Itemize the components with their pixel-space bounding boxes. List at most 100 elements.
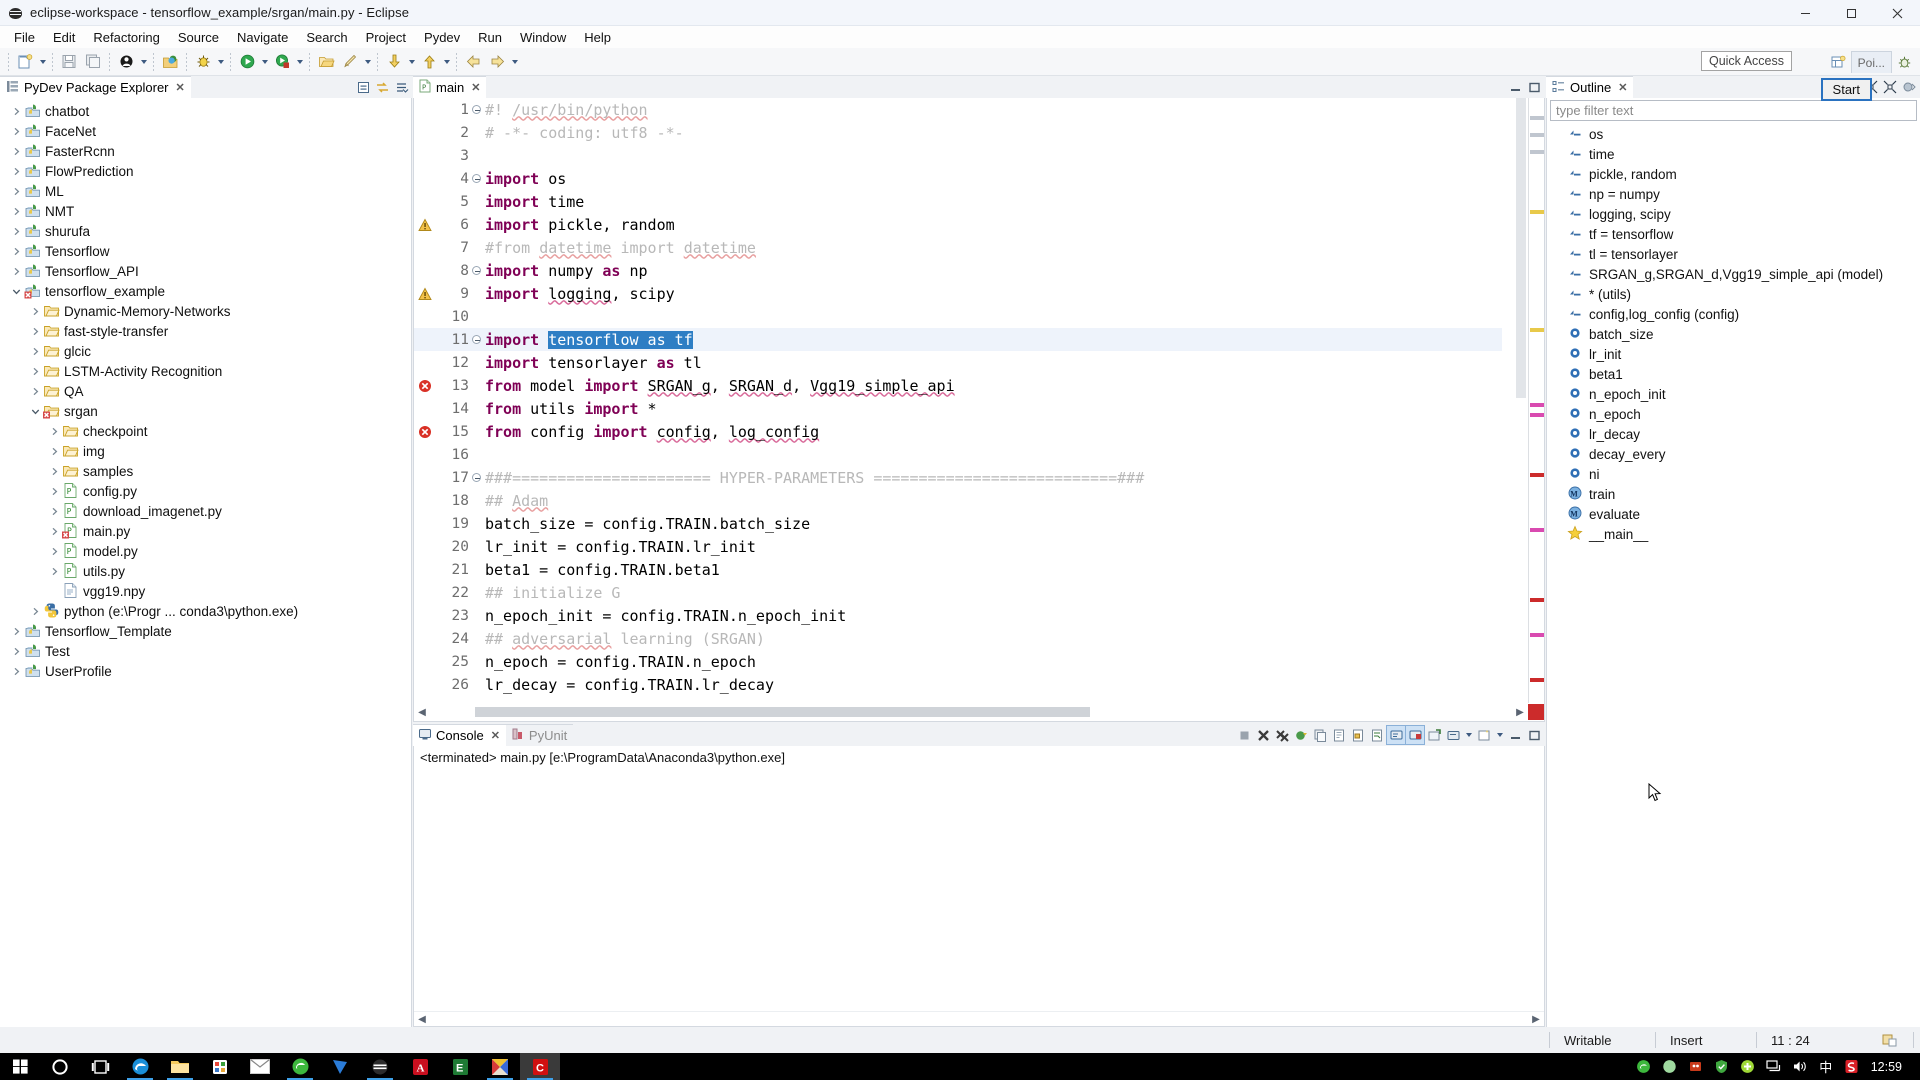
- tab-pyunit[interactable]: PyUnit: [505, 724, 574, 746]
- expand-all-icon[interactable]: [1881, 78, 1899, 96]
- code-line[interactable]: 14 from utils import *: [414, 397, 1502, 420]
- editor-vertical-scrollbar[interactable]: [1514, 98, 1528, 703]
- overview-ruler-mark[interactable]: [1530, 328, 1544, 332]
- error-marker-icon[interactable]: [414, 420, 436, 443]
- fold-toggle-icon[interactable]: [470, 259, 483, 282]
- outline-item[interactable]: pickle, random: [1547, 164, 1920, 184]
- chevron-right-icon[interactable]: [46, 561, 62, 581]
- code-line[interactable]: 7 #from datetime import datetime: [414, 236, 1502, 259]
- edge-icon[interactable]: [120, 1053, 160, 1080]
- warning-marker-icon[interactable]: [414, 213, 436, 236]
- chevron-right-icon[interactable]: [8, 101, 24, 121]
- remove-launch-icon[interactable]: [1254, 726, 1272, 744]
- chevron-right-icon[interactable]: [8, 661, 24, 681]
- code-line[interactable]: 20 lr_init = config.TRAIN.lr_init: [414, 535, 1502, 558]
- chevron-right-icon[interactable]: [27, 341, 43, 361]
- tree-item[interactable]: Tensorflow_Template: [0, 621, 411, 641]
- menu-item-source[interactable]: Source: [169, 28, 228, 47]
- outline-item[interactable]: tf = tensorflow: [1547, 224, 1920, 244]
- tree-item[interactable]: samples: [0, 461, 411, 481]
- run-dropdown-icon[interactable]: [259, 51, 270, 73]
- word-wrap-icon[interactable]: [1368, 726, 1386, 744]
- debug-icon[interactable]: [192, 51, 214, 73]
- show-console-icon[interactable]: [1386, 725, 1406, 745]
- microsoft-store-icon[interactable]: [200, 1053, 240, 1080]
- code-line[interactable]: 12 import tensorlayer as tl: [414, 351, 1502, 374]
- code-line[interactable]: 23 n_epoch_init = config.TRAIN.n_epoch_in…: [414, 604, 1502, 627]
- chevron-right-icon[interactable]: [8, 241, 24, 261]
- open-perspective-icon[interactable]: [1827, 51, 1851, 73]
- previous-annotation-dropdown-icon[interactable]: [441, 51, 452, 73]
- tree-item[interactable]: shurufa: [0, 221, 411, 241]
- tab-package-explorer[interactable]: PyDev Package Explorer ✕: [0, 76, 191, 98]
- chevron-right-icon[interactable]: [8, 181, 24, 201]
- save-all-icon[interactable]: [82, 51, 104, 73]
- chevron-right-icon[interactable]: [27, 301, 43, 321]
- maximize-button[interactable]: [1828, 0, 1874, 26]
- file-explorer-icon[interactable]: [160, 1053, 200, 1080]
- outline-item[interactable]: lr_decay: [1547, 424, 1920, 444]
- code-line[interactable]: 9 import logging, scipy: [414, 282, 1502, 305]
- pydev-package-icon[interactable]: [159, 51, 181, 73]
- menu-item-navigate[interactable]: Navigate: [228, 28, 297, 47]
- tree-item[interactable]: python (e:\Progr ... conda3\python.exe): [0, 601, 411, 621]
- qq-icon[interactable]: [1657, 1053, 1683, 1080]
- wps-icon[interactable]: [320, 1053, 360, 1080]
- chevron-right-icon[interactable]: [46, 481, 62, 501]
- menu-item-edit[interactable]: Edit: [44, 28, 84, 47]
- scroll-left-icon[interactable]: ◀: [414, 1011, 430, 1026]
- close-icon[interactable]: ✕: [491, 729, 500, 742]
- overview-ruler-mark[interactable]: [1530, 598, 1544, 602]
- editor-overview-ruler[interactable]: [1528, 98, 1544, 703]
- chevron-right-icon[interactable]: [46, 461, 62, 481]
- code-line[interactable]: 26 lr_decay = config.TRAIN.lr_decay: [414, 673, 1502, 696]
- previous-annotation-icon[interactable]: [418, 51, 440, 73]
- code-line[interactable]: 4 import os: [414, 167, 1502, 190]
- tab-outline[interactable]: Outline ✕: [1546, 76, 1634, 98]
- forward-icon[interactable]: [486, 51, 508, 73]
- tree-item[interactable]: Pconfig.py: [0, 481, 411, 501]
- chevron-down-icon[interactable]: [8, 281, 24, 301]
- lock-scroll-icon[interactable]: [1349, 726, 1367, 744]
- menu-item-window[interactable]: Window: [511, 28, 575, 47]
- code-line[interactable]: 13 from model import SRGAN_g, SRGAN_d, Vg…: [414, 374, 1502, 397]
- acrobat-icon[interactable]: A: [400, 1053, 440, 1080]
- outline-item[interactable]: batch_size: [1547, 324, 1920, 344]
- package-explorer-tree[interactable]: chatbot FaceNet FasterRcnn FlowPrediction ML…: [0, 98, 411, 681]
- menu-item-help[interactable]: Help: [575, 28, 620, 47]
- open-type-dropdown-icon[interactable]: [138, 51, 149, 73]
- tree-item[interactable]: chatbot: [0, 101, 411, 121]
- perspective-tab-pydev[interactable]: Poi...: [1850, 51, 1892, 73]
- external-tools-icon[interactable]: [339, 51, 361, 73]
- forward-dropdown-icon[interactable]: [509, 51, 520, 73]
- menu-item-file[interactable]: File: [5, 28, 44, 47]
- console-view-menu-icon[interactable]: [1475, 726, 1493, 744]
- next-annotation-dropdown-icon[interactable]: [406, 51, 417, 73]
- code-line[interactable]: 5 import time: [414, 190, 1502, 213]
- chevron-right-icon[interactable]: [46, 501, 62, 521]
- tree-item[interactable]: Tensorflow_API: [0, 261, 411, 281]
- console-horizontal-scrollbar[interactable]: ◀ ▶: [414, 1011, 1544, 1026]
- next-annotation-icon[interactable]: [383, 51, 405, 73]
- minimize-icon[interactable]: [1506, 726, 1524, 744]
- terminate-icon[interactable]: [1235, 726, 1253, 744]
- code-line[interactable]: 22 ## initialize G: [414, 581, 1502, 604]
- chevron-right-icon[interactable]: [8, 621, 24, 641]
- sogou-icon[interactable]: [1631, 1053, 1657, 1080]
- close-icon[interactable]: ✕: [1618, 81, 1627, 94]
- debug-dropdown-icon[interactable]: [215, 51, 226, 73]
- tree-item[interactable]: vgg19.npy: [0, 581, 411, 601]
- chevron-right-icon[interactable]: [46, 521, 62, 541]
- tree-item[interactable]: FlowPrediction: [0, 161, 411, 181]
- volume-icon[interactable]: [1787, 1053, 1813, 1080]
- mail-icon[interactable]: [240, 1053, 280, 1080]
- chevron-right-icon[interactable]: [8, 641, 24, 661]
- excel-icon[interactable]: E: [440, 1053, 480, 1080]
- relaunch-icon[interactable]: [1292, 726, 1310, 744]
- hscroll-track[interactable]: [430, 706, 1512, 718]
- code-line[interactable]: 2 # -*- coding: utf8 -*-: [414, 121, 1502, 144]
- smart-insert-icon[interactable]: [1867, 1027, 1913, 1053]
- chevron-down-icon[interactable]: [27, 401, 43, 421]
- code-line[interactable]: 21 beta1 = config.TRAIN.beta1: [414, 558, 1502, 581]
- outline-filter-input[interactable]: type filter text: [1550, 100, 1917, 121]
